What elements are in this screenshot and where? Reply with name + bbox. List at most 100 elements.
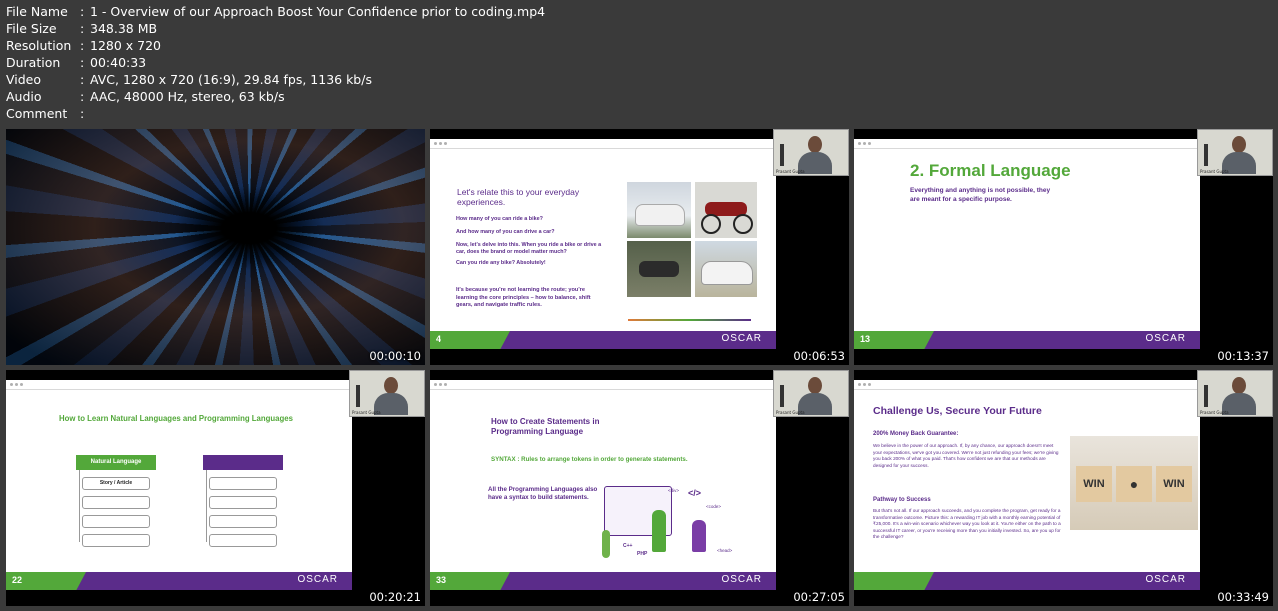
slide: Challenge Us, Secure Your Future 200% Mo… — [854, 380, 1200, 590]
divider — [6, 389, 352, 390]
code-tag: <head> — [717, 548, 733, 553]
meta-key: File Size — [6, 21, 57, 36]
body-text: All the Programming Languages also have … — [488, 486, 598, 501]
meta-key: Resolution — [6, 38, 72, 53]
meta-value: 1280 x 720 — [90, 38, 162, 53]
code-tag: </> — [688, 488, 702, 498]
syntax-text: SYNTAX : Rules to arrange tokens in orde… — [491, 456, 688, 463]
timestamp: 00:20:21 — [369, 590, 421, 604]
meta-key: Duration — [6, 55, 61, 70]
thumbnail-5[interactable]: How to Create Statements in Programming … — [430, 370, 849, 606]
presenter-webcam: Prasant Gupta — [349, 370, 425, 417]
tree-line-right — [206, 470, 207, 542]
meta-row: Resolution:1280 x 720 — [6, 37, 545, 54]
code-tag: <code> — [706, 504, 722, 509]
bullet: And how many of you can drive a car? — [456, 229, 555, 235]
slide-heading: Let's relate this to your everyday exper… — [457, 187, 580, 207]
thumbnail-1[interactable]: 00:00:10 — [6, 129, 425, 365]
thumbnail-6[interactable]: Challenge Us, Secure Your Future 200% Mo… — [854, 370, 1273, 606]
slide-footer: 13 OSCAR — [854, 331, 1200, 349]
slide-number: 4 — [436, 334, 442, 344]
cruiser-image — [627, 241, 691, 297]
car-image — [627, 182, 691, 238]
list-item — [209, 477, 277, 490]
slide: Let's relate this to your everyday exper… — [430, 139, 776, 349]
tunnel-glow — [6, 129, 425, 365]
section-text: We believe in the power of our approach.… — [873, 443, 1059, 468]
suv-image — [695, 241, 757, 297]
meta-row: Duration:00:40:33 — [6, 54, 545, 71]
divider — [430, 389, 776, 390]
oscar-logo: OSCAR — [721, 333, 762, 344]
plant-figure — [602, 530, 610, 558]
slide-dots — [434, 142, 447, 145]
thumbnail-3[interactable]: 2. Formal Language Everything and anythi… — [854, 129, 1273, 365]
meta-key: File Name — [6, 4, 68, 19]
bullet: How many of you can ride a bike? — [456, 216, 543, 222]
meta-value: 00:40:33 — [90, 55, 147, 70]
divider — [854, 389, 1200, 390]
timestamp: 00:27:05 — [793, 590, 845, 604]
thumbnail-4[interactable]: How to Learn Natural Languages and Progr… — [6, 370, 425, 606]
section-heading: 200% Money Back Guarantee: — [873, 431, 959, 437]
meta-row: Video: AVC, 1280 x 720 (16:9), 29.84 fps,… — [6, 71, 545, 88]
meta-value: 348.38 MB — [90, 21, 158, 36]
presenter-webcam: Prasant Gupta — [1197, 129, 1273, 176]
slide-number: 22 — [12, 575, 23, 585]
slide-dots — [434, 383, 447, 386]
person-figure — [652, 510, 666, 552]
list-item — [209, 515, 277, 528]
meta-key: Video — [6, 72, 42, 87]
list-item — [82, 515, 150, 528]
slide-footer: 22 OSCAR — [6, 572, 352, 590]
list-item — [209, 496, 277, 509]
meta-separator: : — [80, 106, 85, 121]
code-tag: PHP — [637, 551, 648, 557]
list-item — [209, 534, 277, 547]
slide-number: 33 — [436, 575, 447, 585]
wood-cube: WIN — [1156, 466, 1192, 502]
slide-heading: How to Learn Natural Languages and Progr… — [59, 414, 293, 423]
divider — [430, 148, 776, 149]
thumbnail-2[interactable]: Let's relate this to your everyday exper… — [430, 129, 849, 365]
code-tag: <div> — [668, 488, 680, 493]
slide-footer: OSCAR — [854, 572, 1200, 590]
meta-row: File Name:1 - Overview of our Approach B… — [6, 3, 545, 20]
slide: How to Learn Natural Languages and Progr… — [6, 380, 352, 590]
code-tag: C++ — [623, 543, 633, 549]
motorbike-image — [695, 182, 757, 238]
accent-bar — [628, 319, 751, 321]
section-text: But that's not all. If our approach succ… — [873, 508, 1061, 539]
slide-footer: 4 OSCAR — [430, 331, 776, 349]
meta-key: Audio — [6, 89, 42, 104]
presenter-webcam: Prasant Gupta — [773, 370, 849, 417]
meta-separator: : — [80, 4, 85, 19]
timestamp: 00:13:37 — [1217, 349, 1269, 363]
slide-dots — [858, 383, 871, 386]
slide: How to Create Statements in Programming … — [430, 380, 776, 590]
meta-key: Comment — [6, 106, 68, 121]
oscar-logo: OSCAR — [297, 574, 338, 585]
oscar-logo: OSCAR — [721, 574, 762, 585]
bullet: Can you ride any bike? Absolutely! — [456, 260, 546, 266]
list-item — [82, 496, 150, 509]
slide-subtitle: Everything and anything is not possible,… — [910, 187, 1051, 203]
divider — [854, 148, 1200, 149]
timestamp: 00:00:10 — [369, 349, 421, 363]
meta-row: Audio: AAC, 48000 Hz, stereo, 63 kb/s — [6, 88, 545, 105]
win-win-image: WIN ● WIN — [1070, 436, 1198, 530]
presenter-tag: Prasant Gupta — [1200, 169, 1229, 174]
meta-separator: : — [80, 21, 85, 36]
bullet: Now, let's delve into this. When you rid… — [456, 242, 602, 255]
slide-heading: Challenge Us, Secure Your Future — [873, 405, 1042, 417]
meta-row: File Size:348.38 MB — [6, 20, 545, 37]
oscar-logo: OSCAR — [1145, 574, 1186, 585]
slide-footer: 33 OSCAR — [430, 572, 776, 590]
oscar-logo: OSCAR — [1145, 333, 1186, 344]
slide: 2. Formal Language Everything and anythi… — [854, 139, 1200, 349]
meta-separator: : — [80, 38, 85, 53]
meta-value: AVC, 1280 x 720 (16:9), 29.84 fps, 1136 … — [90, 72, 372, 87]
list-item — [82, 534, 150, 547]
meta-value: 1 - Overview of our Approach Boost Your … — [90, 4, 546, 19]
meta-separator: : — [80, 89, 85, 104]
